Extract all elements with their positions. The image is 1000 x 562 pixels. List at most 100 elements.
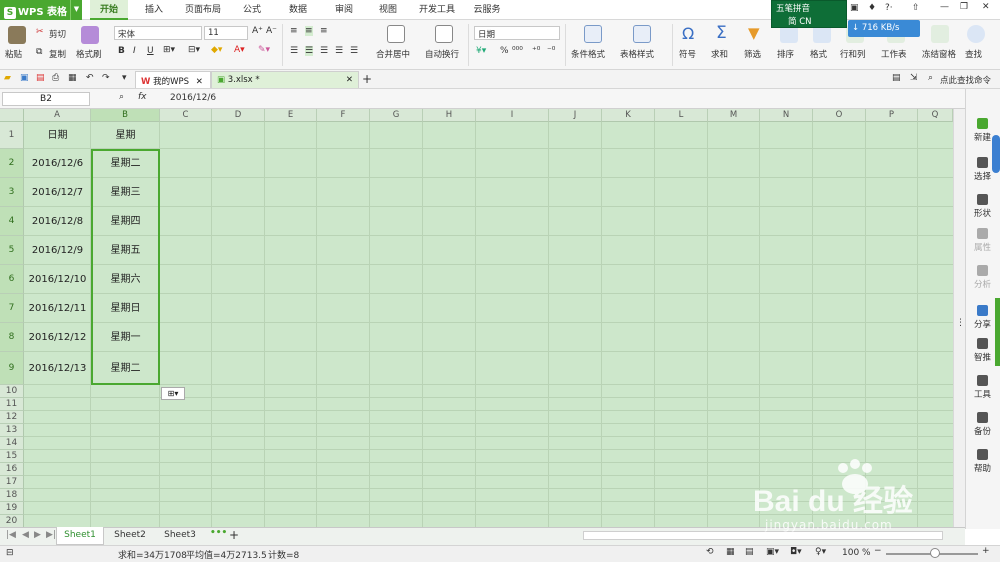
row-header-13[interactable]: 13 <box>0 424 24 437</box>
distribute-icon[interactable]: ☰ <box>350 46 358 56</box>
worksheet-button[interactable]: 工作表 <box>881 48 907 60</box>
row-header-18[interactable]: 18 <box>0 489 24 502</box>
expand-icon[interactable]: ⇲ <box>910 73 918 83</box>
fill-color-icon[interactable]: ◆▾ <box>211 45 222 55</box>
save-icon[interactable]: ▣ <box>20 73 29 83</box>
column-header-Q[interactable]: Q <box>918 109 953 122</box>
undo-icon[interactable]: ↶ <box>86 73 94 83</box>
align-top-icon[interactable]: ≡ <box>290 26 298 36</box>
reading-mode-icon[interactable]: ▣▾ <box>766 547 779 557</box>
zoom-in-icon[interactable]: + <box>982 546 990 556</box>
scissors-icon[interactable]: ✂ <box>36 27 44 37</box>
format-painter-button[interactable]: 格式刷 <box>76 48 102 60</box>
row-header-12[interactable]: 12 <box>0 411 24 424</box>
minimize-ribbon-icon[interactable]: ⇧ <box>912 3 924 13</box>
sheet-nav-next-icon[interactable]: ▶ <box>34 530 41 540</box>
print-icon[interactable]: ⎙ <box>52 73 59 83</box>
tab-data[interactable]: 数据 <box>282 0 314 20</box>
row-header-1[interactable]: 1 <box>0 122 24 149</box>
panel-item-share[interactable]: 分享 <box>965 305 1000 330</box>
row-header-4[interactable]: 4 <box>0 207 24 236</box>
date-cell[interactable]: 2016/12/8 <box>24 207 91 236</box>
formula-input[interactable]: 2016/12/6 <box>170 93 216 103</box>
font-shrink-icon[interactable]: A⁻ <box>266 26 277 36</box>
date-cell[interactable]: 2016/12/12 <box>24 323 91 352</box>
redo-icon[interactable]: ↷ <box>102 73 110 83</box>
row-header-2[interactable]: 2 <box>0 149 24 178</box>
tab-cloud[interactable]: 云服务 <box>468 0 506 20</box>
align-middle-icon[interactable]: ≡ <box>305 26 313 36</box>
eye-care-icon[interactable]: ◘▾ <box>790 547 802 557</box>
copy-button[interactable]: 复制 <box>49 48 66 60</box>
sum-button[interactable]: 求和 <box>711 48 728 60</box>
number-format-select[interactable]: 日期 <box>474 26 560 40</box>
bold-button[interactable]: B <box>118 46 125 56</box>
panel-item-shape[interactable]: 形状 <box>965 194 1000 219</box>
row-header-16[interactable]: 16 <box>0 463 24 476</box>
sheet-nav-first-icon[interactable]: |◀ <box>6 530 16 540</box>
skin-icon[interactable]: ▣ <box>850 3 860 13</box>
tab-page-layout[interactable]: 页面布局 <box>180 0 226 20</box>
paste-button[interactable]: 粘贴 <box>5 48 22 60</box>
row-header-17[interactable]: 17 <box>0 476 24 489</box>
app-menu-button[interactable]: S WPS 表格 ▼ <box>0 0 82 20</box>
normal-view-icon[interactable]: ▦ <box>726 547 735 557</box>
column-header-L[interactable]: L <box>655 109 708 122</box>
column-header-O[interactable]: O <box>813 109 866 122</box>
align-bottom-icon[interactable]: ≡ <box>320 26 328 36</box>
decrease-decimal-icon[interactable]: ⁻⁰ <box>547 46 555 56</box>
tab-developer[interactable]: 开发工具 <box>414 0 460 20</box>
row-header-9[interactable]: 9 <box>0 352 24 385</box>
justify-icon[interactable]: ☰ <box>335 46 343 56</box>
column-header-F[interactable]: F <box>317 109 370 122</box>
tab-formula[interactable]: 公式 <box>236 0 268 20</box>
sort-button[interactable]: 排序 <box>777 48 794 60</box>
macro-icon[interactable]: ⊟ <box>6 548 14 558</box>
align-right-icon[interactable]: ☰ <box>320 46 328 56</box>
name-box[interactable]: B2 <box>2 92 90 106</box>
panel-item-analysis[interactable]: 分析 <box>965 265 1000 290</box>
find-icon[interactable] <box>967 25 985 43</box>
merge-center-icon[interactable] <box>387 25 405 43</box>
column-header-H[interactable]: H <box>423 109 476 122</box>
column-header-D[interactable]: D <box>212 109 265 122</box>
print-preview-icon[interactable]: ▦ <box>68 73 77 83</box>
tab-review[interactable]: 审阅 <box>328 0 360 20</box>
row-col-button[interactable]: 行和列 <box>840 48 866 60</box>
tab-home[interactable]: 开始 <box>90 0 128 20</box>
cut-button[interactable]: 剪切 <box>49 28 66 40</box>
column-header-G[interactable]: G <box>370 109 423 122</box>
filter-button[interactable]: 筛选 <box>744 48 761 60</box>
fx-button[interactable]: fx <box>138 92 147 102</box>
zoom-slider-thumb[interactable] <box>930 548 940 558</box>
zoom-icon[interactable]: ⌕ <box>119 92 124 102</box>
italic-button[interactable]: I <box>133 46 136 56</box>
close-icon[interactable]: ✕ <box>196 77 203 87</box>
date-cell[interactable]: 2016/12/11 <box>24 294 91 323</box>
page-break-view-icon[interactable]: ▤ <box>745 547 754 557</box>
merge-cells-icon[interactable]: ⊟▾ <box>188 45 200 55</box>
conditional-format-icon[interactable] <box>584 25 602 43</box>
restore-icon[interactable]: ❐ <box>960 2 972 12</box>
wrap-text-icon[interactable] <box>435 25 453 43</box>
copy-icon[interactable]: ⧉ <box>36 47 42 57</box>
align-left-icon[interactable]: ☰ <box>290 46 298 56</box>
date-cell[interactable]: 2016/12/10 <box>24 265 91 294</box>
date-cell[interactable]: 2016/12/9 <box>24 236 91 265</box>
header-cell-date[interactable]: 日期 <box>24 122 91 149</box>
increase-decimal-icon[interactable]: ⁺⁰ <box>532 46 540 56</box>
protect-icon[interactable]: ⟲ <box>706 547 714 557</box>
merge-center-button[interactable]: 合并居中 <box>376 48 410 60</box>
row-header-10[interactable]: 10 <box>0 385 24 398</box>
font-color-icon[interactable]: A▾ <box>234 45 245 55</box>
find-button[interactable]: 查找 <box>965 48 982 60</box>
freeze-panes-icon[interactable] <box>931 25 949 43</box>
symbol-button[interactable]: 符号 <box>679 48 696 60</box>
border-icon[interactable]: ⊞▾ <box>163 45 175 55</box>
sheet-tab-3[interactable]: Sheet3 <box>158 527 202 545</box>
comma-button[interactable]: ⁰⁰⁰ <box>512 46 523 56</box>
column-header-J[interactable]: J <box>549 109 602 122</box>
panel-item-smart-push[interactable]: 智推 <box>965 338 1000 363</box>
table-style-icon[interactable] <box>633 25 651 43</box>
row-header-20[interactable]: 20 <box>0 515 24 527</box>
